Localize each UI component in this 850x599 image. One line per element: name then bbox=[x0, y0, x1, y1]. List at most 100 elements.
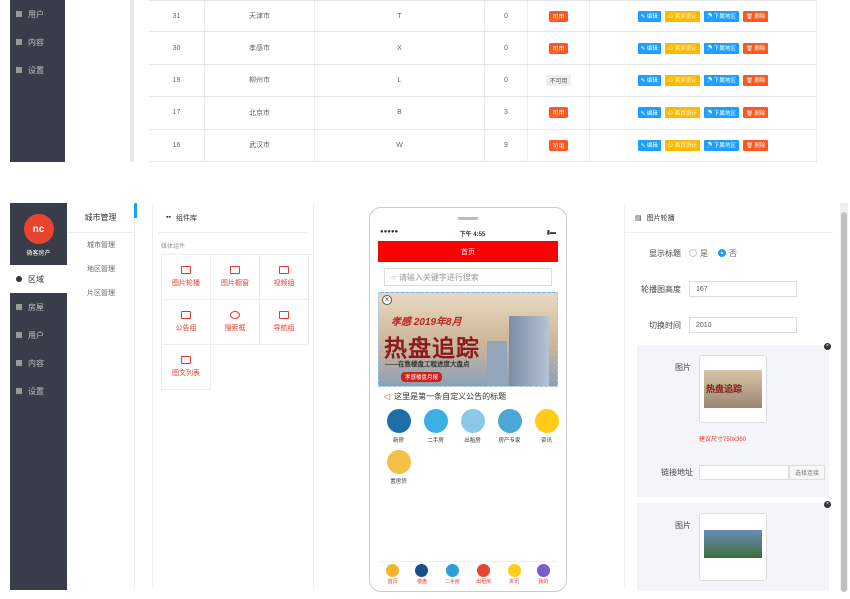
table-row: 16 武汉市 W 9 可用 ✎ 编辑 ⊙ 首页设计 ☂ 下属地区 🗑 删除 bbox=[149, 129, 817, 162]
nav-item-user[interactable]: 用户 bbox=[10, 0, 65, 28]
home-design-button[interactable]: ⊙ 首页设计 bbox=[664, 139, 700, 151]
link-input[interactable] bbox=[699, 465, 789, 480]
article-icon bbox=[181, 356, 191, 364]
property-panel-title: ▤ 图片轮播 bbox=[625, 203, 833, 233]
phone-tab[interactable]: 资讯 bbox=[507, 564, 521, 585]
phone-nav-item[interactable]: 出租房 bbox=[454, 409, 491, 444]
nav-item-content[interactable]: 内容 bbox=[10, 349, 67, 377]
height-input[interactable]: 167 bbox=[689, 281, 797, 297]
gear-icon bbox=[16, 276, 22, 282]
nav-item-settings[interactable]: 设置 bbox=[10, 377, 67, 405]
nav-item-content[interactable]: 内容 bbox=[10, 28, 65, 56]
sub-area-button[interactable]: ☂ 下属地区 bbox=[703, 74, 739, 86]
scrollbar-thumb[interactable] bbox=[841, 212, 847, 592]
phone-nav-item[interactable]: 新房 bbox=[380, 409, 417, 444]
phone-nav-item[interactable]: 置房贷 bbox=[380, 450, 417, 485]
phone-tab[interactable]: 二手房 bbox=[445, 564, 460, 585]
delete-button[interactable]: 🗑 删除 bbox=[742, 42, 769, 54]
phone-nav-item[interactable]: 二手房 bbox=[417, 409, 454, 444]
sub-area-button[interactable]: ☂ 下属地区 bbox=[703, 10, 739, 22]
component-library-title: ▪▪ 组件库 bbox=[158, 203, 308, 233]
image-thumbnail[interactable] bbox=[699, 513, 767, 581]
component-article-list[interactable]: 图文列表 bbox=[162, 345, 211, 390]
delete-button[interactable]: 🗑 删除 bbox=[742, 139, 769, 151]
delete-button[interactable]: 🗑 删除 bbox=[742, 74, 769, 86]
battery-icon: ▮▬ bbox=[546, 230, 556, 236]
phone-tab[interactable]: 出租房 bbox=[476, 564, 491, 585]
phone-tab[interactable]: 楼盘 bbox=[415, 564, 429, 585]
nav-item-region[interactable]: 区域 bbox=[10, 265, 67, 293]
phone-tab-label: 出租房 bbox=[476, 579, 492, 585]
status-badge: 可用 bbox=[549, 107, 568, 119]
component-window[interactable]: 图片橱窗 bbox=[211, 255, 260, 300]
notice-bar[interactable]: ◁ 这里是第一条自定义公告的标题 bbox=[378, 387, 558, 405]
row-count: 3 bbox=[485, 97, 528, 129]
nav-item-house[interactable]: 房屋 bbox=[10, 293, 67, 321]
edit-button[interactable]: ✎ 编辑 bbox=[637, 74, 661, 86]
component-search[interactable]: 搜索框 bbox=[211, 300, 260, 345]
image-card-1: × 图片 热盘追踪 建议尺寸750x360 链接地址 选择连接 bbox=[637, 343, 831, 497]
close-icon[interactable]: × bbox=[824, 343, 831, 350]
submenu-item-city[interactable]: 城市管理 bbox=[67, 233, 134, 257]
home-design-button[interactable]: ⊙ 首页设计 bbox=[664, 42, 700, 54]
submenu: 城市管理 城市管理 地区管理 片区管理 bbox=[67, 203, 135, 590]
component-notice[interactable]: 公告组 bbox=[162, 300, 211, 345]
book-icon bbox=[16, 360, 22, 366]
nav-item-user[interactable]: 用户 bbox=[10, 321, 67, 349]
phone-nav-label: 出租房 bbox=[464, 438, 481, 444]
banner-date: 孝感 2019年8月 bbox=[391, 317, 462, 328]
user-icon bbox=[16, 332, 22, 338]
sub-area-button[interactable]: ☂ 下属地区 bbox=[703, 42, 739, 54]
table-row: 17 北京市 B 3 可用 ✎ 编辑 ⊙ 首页设计 ☂ 下属地区 🗑 删除 bbox=[149, 97, 817, 130]
row-letter: X bbox=[315, 32, 485, 64]
row-actions: ✎ 编辑 ⊙ 首页设计 ☂ 下属地区 🗑 删除 bbox=[590, 97, 817, 129]
phone-nav-label: 新房 bbox=[392, 438, 404, 444]
row-count: 9 bbox=[485, 129, 528, 161]
nav-item-settings[interactable]: 设置 bbox=[10, 56, 65, 84]
delete-button[interactable]: 🗑 删除 bbox=[742, 10, 769, 22]
sidebar: nc 微客房产 区域 房屋 用户 内容 设置 bbox=[10, 203, 67, 590]
choose-link-button[interactable]: 选择连接 bbox=[789, 465, 825, 480]
close-icon[interactable]: × bbox=[382, 295, 392, 305]
phone-nav-item[interactable]: 资讯 bbox=[528, 409, 565, 444]
submenu-item-district[interactable]: 地区管理 bbox=[67, 257, 134, 281]
home-design-button[interactable]: ⊙ 首页设计 bbox=[664, 10, 700, 22]
row-letter: B bbox=[315, 97, 485, 129]
interval-input[interactable]: 2010 bbox=[689, 317, 797, 333]
table-row: 30 孝感市 X 0 可用 ✎ 编辑 ⊙ 首页设计 ☂ 下属地区 🗑 删除 bbox=[149, 32, 817, 65]
row-actions: ✎ 编辑 ⊙ 首页设计 ☂ 下属地区 🗑 删除 bbox=[590, 64, 817, 97]
top-scrollbar[interactable] bbox=[130, 0, 134, 162]
status-badge: 可用 bbox=[549, 10, 568, 22]
submenu-item-zone[interactable]: 片区管理 bbox=[67, 281, 134, 305]
top-sidebar: 用户 内容 设置 bbox=[10, 0, 65, 162]
row-status-cell: 可用 bbox=[528, 97, 590, 129]
image-thumbnail[interactable]: 热盘追踪 bbox=[699, 355, 767, 423]
radio-yes[interactable]: 是 bbox=[689, 248, 708, 259]
row-actions: ✎ 编辑 ⊙ 首页设计 ☂ 下属地区 🗑 删除 bbox=[590, 1, 817, 32]
component-video[interactable]: 视频组 bbox=[260, 255, 309, 300]
sub-area-button[interactable]: ☂ 下属地区 bbox=[703, 107, 739, 119]
carousel-banner[interactable]: × 孝感 2019年8月 热盘追踪 ——在售楼盘工程进度大盘点 孝感楼盘月报 bbox=[378, 292, 558, 387]
component-nav[interactable]: 导航组 bbox=[260, 300, 309, 345]
tab-icon bbox=[507, 564, 521, 577]
edit-button[interactable]: ✎ 编辑 bbox=[637, 10, 661, 22]
edit-button[interactable]: ✎ 编辑 bbox=[637, 42, 661, 54]
tab-icon bbox=[415, 564, 429, 577]
phone-search[interactable]: ○ 请输入关键字进行搜索 bbox=[384, 268, 552, 286]
phone-tab[interactable]: 我的 bbox=[536, 564, 550, 585]
component-carousel[interactable]: 图片轮播 bbox=[162, 255, 211, 300]
row-city: 孝感市 bbox=[205, 32, 315, 64]
close-icon[interactable]: × bbox=[824, 501, 831, 508]
home-design-button[interactable]: ⊙ 首页设计 bbox=[664, 74, 700, 86]
show-title-row: 显示标题 是 否 bbox=[649, 248, 737, 259]
edit-button[interactable]: ✎ 编辑 bbox=[637, 107, 661, 119]
phone-nav-item[interactable]: 房产专家 bbox=[491, 409, 528, 444]
delete-button[interactable]: 🗑 删除 bbox=[742, 107, 769, 119]
radio-no[interactable]: 否 bbox=[718, 248, 737, 259]
phone-tab[interactable]: 首页 bbox=[386, 564, 400, 585]
row-id: 17 bbox=[149, 97, 205, 129]
home-design-button[interactable]: ⊙ 首页设计 bbox=[664, 107, 700, 119]
phone-nav-label: 二手房 bbox=[427, 438, 444, 444]
sub-area-button[interactable]: ☂ 下属地区 bbox=[703, 139, 739, 151]
edit-button[interactable]: ✎ 编辑 bbox=[637, 139, 661, 151]
